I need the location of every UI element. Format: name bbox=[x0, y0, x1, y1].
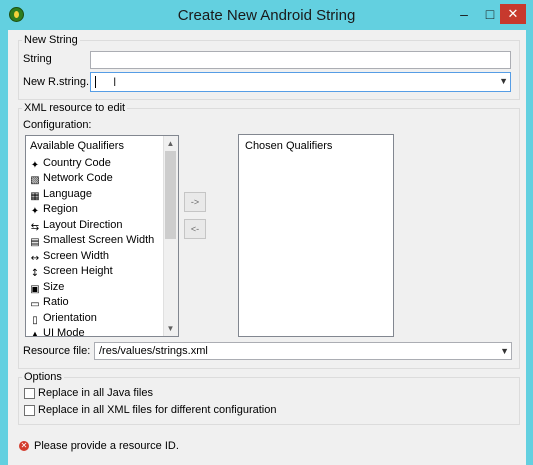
list-item[interactable]: ✦ Region bbox=[29, 202, 78, 217]
minimize-button[interactable]: – bbox=[452, 4, 476, 24]
status-message: Please provide a resource ID. bbox=[34, 440, 179, 452]
add-qualifier-button[interactable]: -> bbox=[184, 192, 206, 212]
list-item[interactable]: ↕ Screen Height bbox=[29, 264, 113, 279]
chosen-qualifiers-list[interactable]: Chosen Qualifiers bbox=[238, 134, 394, 337]
rstring-label: New R.string. bbox=[23, 76, 90, 88]
error-icon: ✕ bbox=[19, 441, 29, 451]
new-string-group-title: New String bbox=[22, 34, 80, 46]
configuration-label: Configuration: bbox=[23, 119, 92, 131]
replace-xml-label: Replace in all XML files for different c… bbox=[38, 404, 277, 416]
list-item[interactable]: ▤ Smallest Screen Width bbox=[29, 233, 154, 248]
available-qualifiers-header: Available Qualifiers bbox=[30, 140, 124, 152]
text-cursor bbox=[95, 76, 96, 88]
replace-xml-checkbox[interactable] bbox=[24, 405, 35, 416]
scroll-down-icon[interactable]: ▼ bbox=[165, 323, 176, 334]
options-group-title: Options bbox=[22, 371, 64, 383]
list-item[interactable]: ▭ Ratio bbox=[29, 295, 68, 310]
chosen-qualifiers-header: Chosen Qualifiers bbox=[245, 140, 333, 152]
window-frame-left bbox=[0, 30, 8, 465]
resource-file-combo[interactable]: /res/values/strings.xml ▼ bbox=[94, 342, 512, 360]
list-item[interactable]: ↔ Screen Width bbox=[29, 249, 109, 264]
resource-file-label: Resource file: bbox=[23, 345, 91, 357]
options-group bbox=[18, 377, 520, 425]
close-button[interactable]: ✕ bbox=[500, 4, 526, 24]
list-item[interactable]: ✦ Country Code bbox=[29, 156, 111, 171]
list-item[interactable]: ▧ Network Code bbox=[29, 171, 112, 186]
list-item[interactable]: ▦ Language bbox=[29, 187, 92, 202]
network-code-icon: ▧ bbox=[30, 175, 40, 186]
maximize-button[interactable]: □ bbox=[478, 4, 502, 24]
chevron-down-icon: ▼ bbox=[499, 76, 508, 86]
rstring-combo[interactable]: I ▼ bbox=[90, 72, 511, 92]
resource-file-value: /res/values/strings.xml bbox=[99, 345, 208, 357]
dialog-content: New String String New R.string. I ▼ XML … bbox=[8, 30, 526, 465]
list-item[interactable]: ⇆ Layout Direction bbox=[29, 218, 123, 233]
list-item[interactable]: ▣ Size bbox=[29, 280, 64, 295]
list-item[interactable]: ▲ UI Mode bbox=[29, 326, 84, 337]
region-icon: ✦ bbox=[30, 206, 40, 217]
qualifiers-scrollbar[interactable]: ▲ ▼ bbox=[163, 136, 178, 336]
scroll-up-icon[interactable]: ▲ bbox=[165, 138, 176, 149]
screen-height-icon: ↕ bbox=[30, 268, 40, 279]
smallest-screen-width-icon: ▤ bbox=[30, 237, 40, 248]
remove-qualifier-button[interactable]: <- bbox=[184, 219, 206, 239]
ibeam-pointer-icon: I bbox=[113, 75, 117, 89]
string-field[interactable] bbox=[90, 51, 511, 69]
window-frame-right bbox=[526, 30, 533, 465]
ui-mode-icon: ▲ bbox=[31, 330, 39, 337]
list-item[interactable]: ▯ Orientation bbox=[29, 311, 97, 326]
replace-java-checkbox[interactable] bbox=[24, 388, 35, 399]
available-qualifiers-list[interactable]: Available Qualifiers ✦ Country Code ▧ Netw… bbox=[25, 135, 179, 337]
ratio-icon: ▭ bbox=[30, 299, 40, 310]
xml-resource-group-title: XML resource to edit bbox=[22, 102, 128, 114]
scrollbar-thumb[interactable] bbox=[165, 151, 176, 239]
chevron-down-icon: ▼ bbox=[500, 346, 509, 356]
replace-java-label: Replace in all Java files bbox=[38, 387, 153, 399]
string-label: String bbox=[23, 53, 52, 65]
